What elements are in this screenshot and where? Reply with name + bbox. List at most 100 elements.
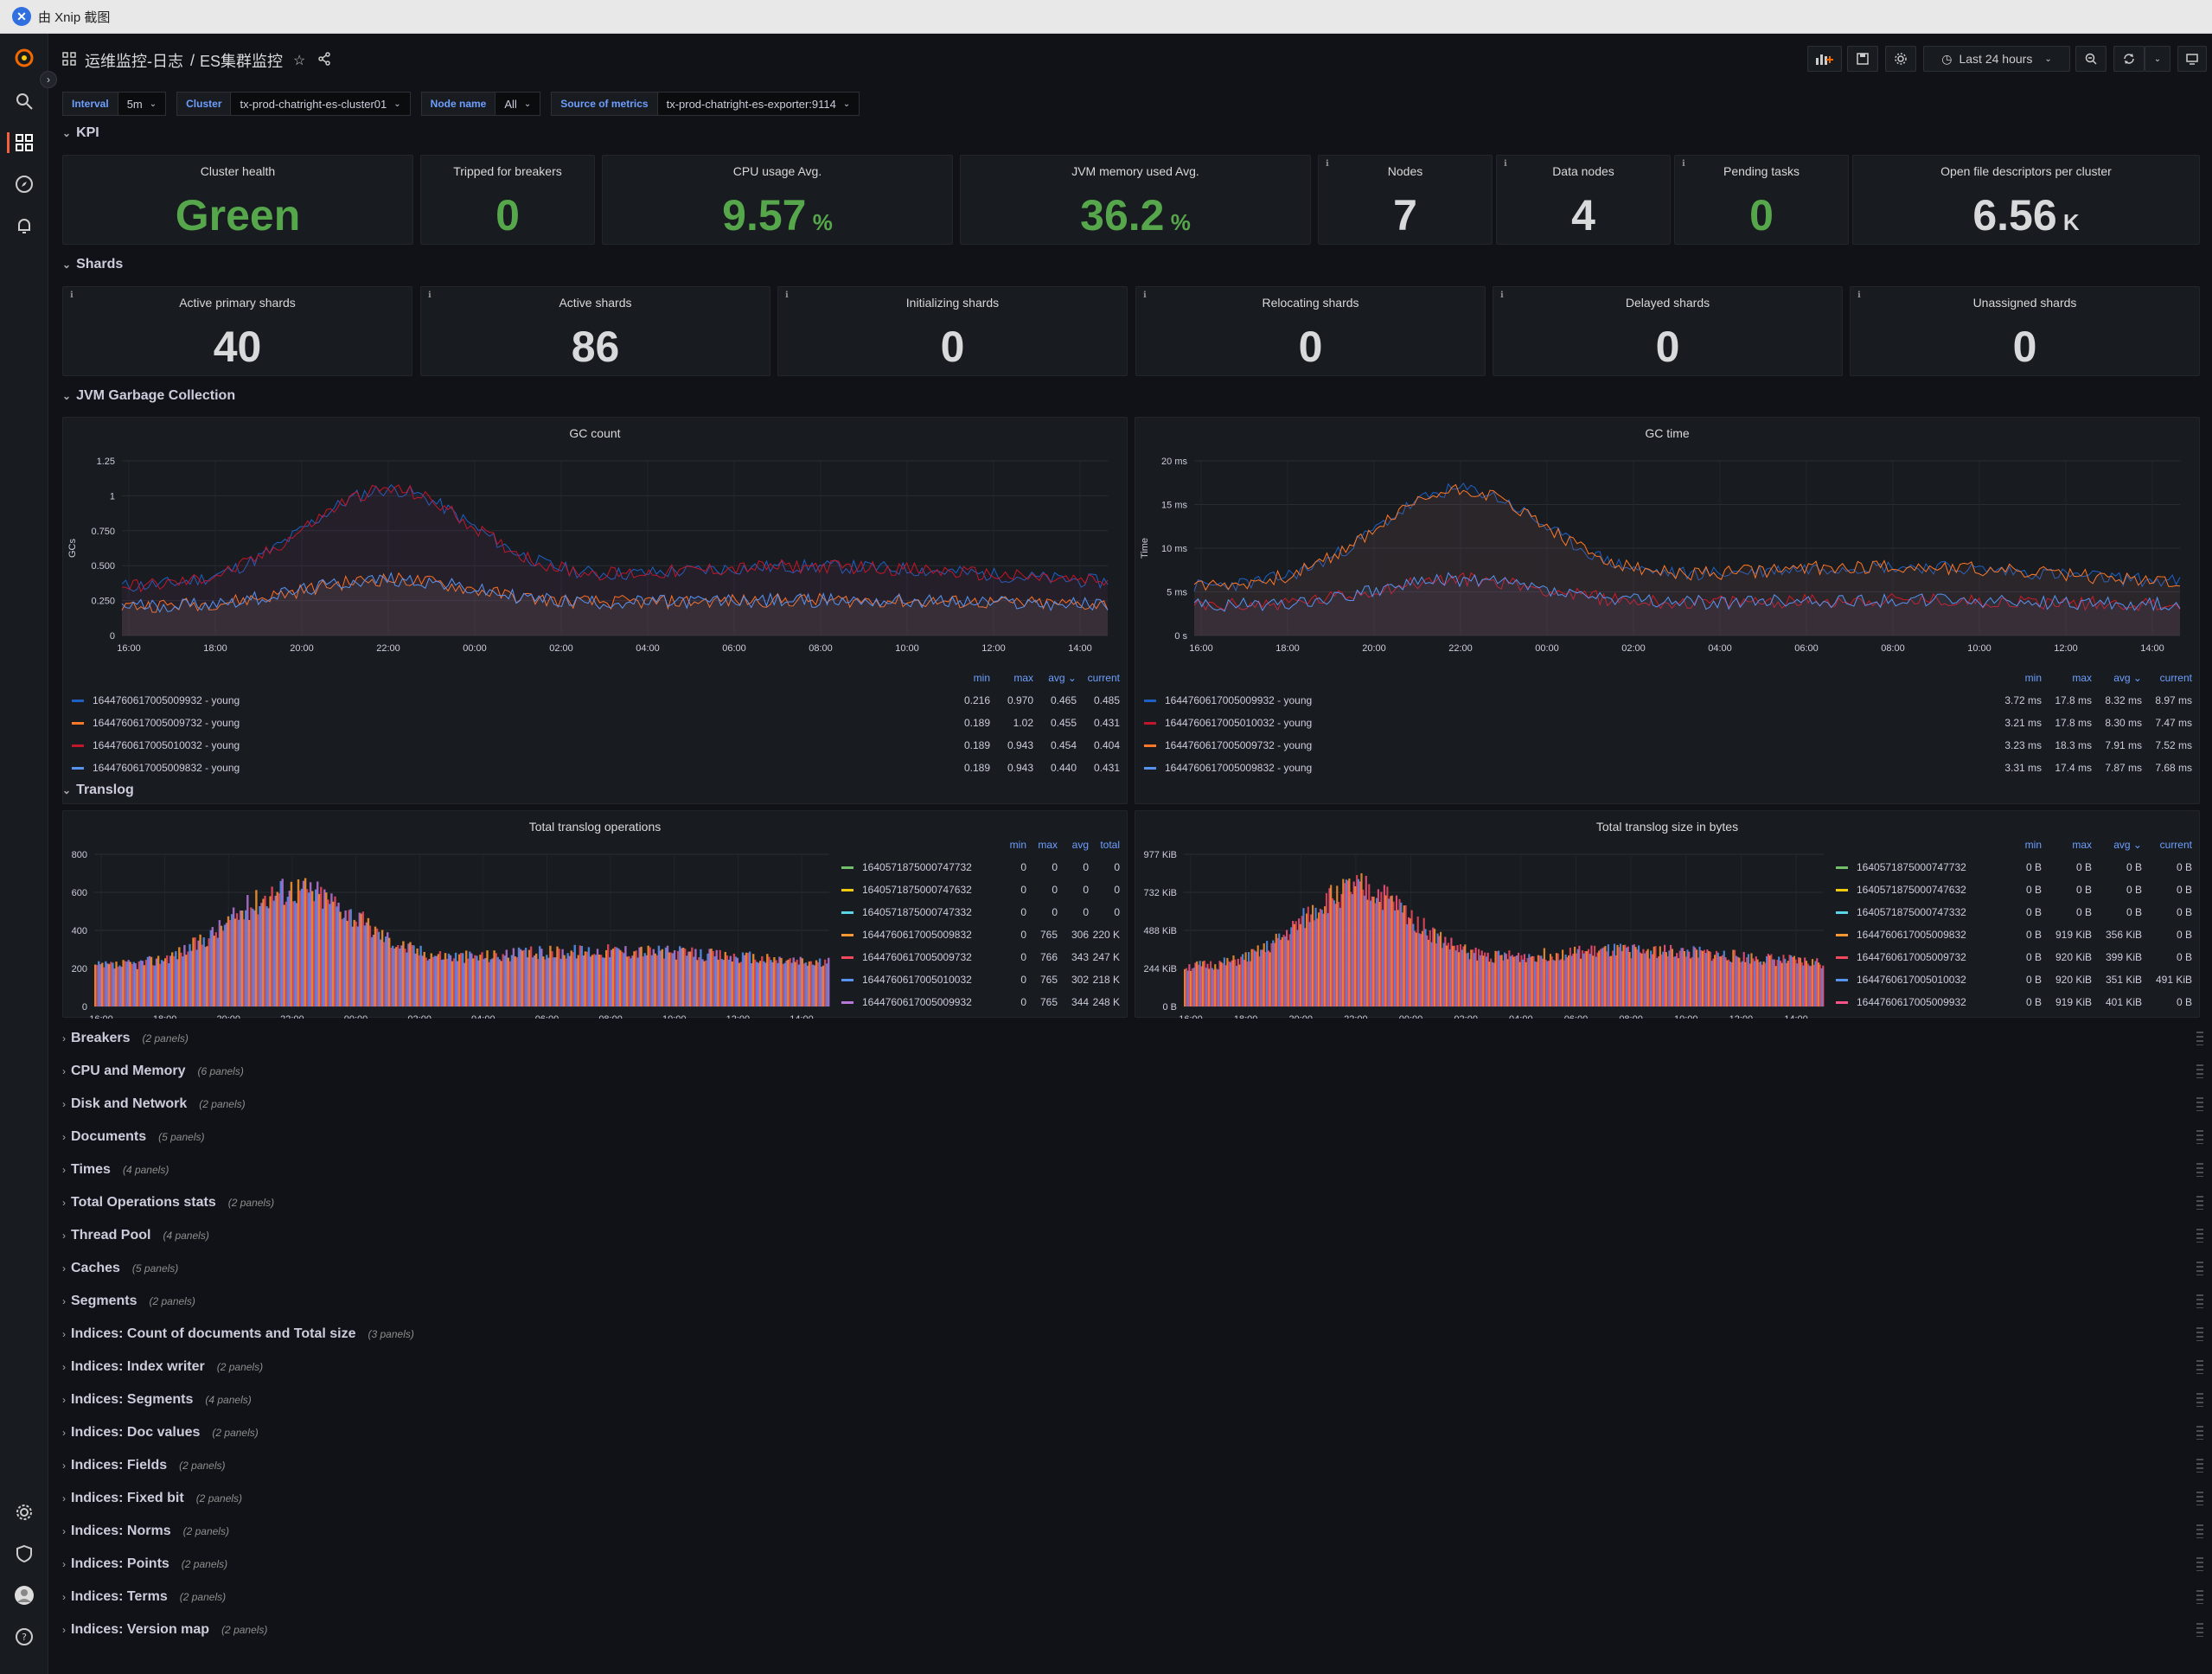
collapsed-row[interactable]: › Segments (2 panels) [62,1287,2212,1316]
panel-gc-time[interactable]: GC time Time 20 ms 15 ms 10 ms 5 ms 0 s 16:00 1… [1135,417,2200,804]
legend-row[interactable]: 1644760617005009932 0 B 919 KiB 401 KiB 0 B [1836,991,2192,1013]
legend-row[interactable]: 1640571875000747332 0 0 0 0 [841,901,1120,923]
shard-panel[interactable]: ℹ Initializing shards 0 [777,286,1128,376]
dashboard-title[interactable]: ES集群监控 [200,49,283,72]
legend-column-header[interactable]: min [947,672,990,684]
drag-handle-icon[interactable] [2196,1426,2203,1440]
panel-gc-count[interactable]: GC count GCs 1.25 1 0.750 0.500 0.250 0 16:00 18… [62,417,1128,804]
collapsed-row[interactable]: › Indices: Doc values (2 panels) [62,1418,2212,1447]
time-range-picker[interactable]: ◷ Last 24 hours ⌄ [1923,46,2070,72]
collapsed-row[interactable]: › Times (4 panels) [62,1155,2212,1185]
collapsed-row[interactable]: › Indices: Count of documents and Total s… [62,1319,2212,1349]
add-panel-button[interactable] [1807,46,1842,72]
drag-handle-icon[interactable] [2196,1360,2203,1374]
collapsed-row[interactable]: › Indices: Terms (2 panels) [62,1582,2212,1612]
shard-panel[interactable]: ℹ Unassigned shards 0 [1850,286,2200,376]
collapsed-row[interactable]: › Indices: Norms (2 panels) [62,1517,2212,1546]
legend-column-header[interactable]: avg ⌄ [2092,672,2142,684]
legend-column-header[interactable]: min [1991,839,2042,851]
legend-column-header[interactable]: avg [1058,839,1089,851]
legend-row[interactable]: 1644760617005009932 0 765 344 248 K [841,991,1120,1013]
kpi-panel[interactable]: Tripped for breakers 0 [420,155,595,245]
shield-icon[interactable] [14,1543,35,1564]
shard-panel[interactable]: ℹ Active primary shards 40 [62,286,412,376]
legend-row[interactable]: 1640571875000747332 0 B 0 B 0 B 0 B [1836,901,2192,923]
collapsed-row[interactable]: › Indices: Version map (2 panels) [62,1615,2212,1645]
refresh-interval-chevron-icon[interactable]: ⌄ [2145,46,2170,72]
dashboard-settings-gear-icon[interactable] [1885,46,1916,72]
explore-icon[interactable] [14,174,35,195]
legend-row[interactable]: 1644760617005009832 0 B 919 KiB 356 KiB 0 B [1836,923,2192,946]
legend-row[interactable]: 1640571875000747732 0 B 0 B 0 B 0 B [1836,856,2192,879]
legend-row[interactable]: 1644760617005009832 0 765 306 220 K [841,923,1120,946]
collapsed-row[interactable]: › Breakers (2 panels) [62,1024,2212,1053]
collapsed-row[interactable]: › Caches (5 panels) [62,1254,2212,1283]
star-icon[interactable]: ☆ [293,52,305,69]
row-kpi[interactable]: ⌄ KPI [62,125,99,141]
legend-row[interactable]: 1644760617005009732 - young 3.23 ms 18.3 m… [1144,734,2192,757]
legend-column-header[interactable]: current [2142,839,2192,851]
shard-panel[interactable]: ℹ Active shards 86 [420,286,770,376]
row-translog[interactable]: ⌄ Translog [62,783,134,798]
drag-handle-icon[interactable] [2196,1032,2203,1045]
legend-row[interactable]: 1644760617005009732 0 766 343 247 K [841,946,1120,968]
legend-row[interactable]: 1640571875000747632 0 B 0 B 0 B 0 B [1836,879,2192,901]
search-icon[interactable] [14,91,35,112]
kpi-panel[interactable]: ℹ Pending tasks 0 [1674,155,1849,245]
collapsed-row[interactable]: › Indices: Segments (4 panels) [62,1385,2212,1415]
grafana-logo-icon[interactable] [14,48,35,68]
panel-translog-ops[interactable]: Total translog operations 80060040020001… [62,810,1128,1019]
legend-column-header[interactable]: avg ⌄ [1033,672,1077,684]
legend-row[interactable]: 1644760617005010032 0 B 920 KiB 351 KiB 491 … [1836,968,2192,991]
drag-handle-icon[interactable] [2196,1262,2203,1275]
kpi-panel[interactable]: ℹ Data nodes 4 [1496,155,1671,245]
legend-column-header[interactable]: current [2142,672,2192,684]
variable-cluster-select[interactable]: tx-prod-chatright-es-cluster01 ⌄ [231,92,411,116]
breadcrumb-folder[interactable]: 运维监控-日志 [85,49,183,72]
variable-interval-select[interactable]: 5m ⌄ [118,92,167,116]
alerting-bell-icon[interactable] [14,215,35,236]
collapsed-row[interactable]: › Documents (5 panels) [62,1122,2212,1152]
drag-handle-icon[interactable] [2196,1524,2203,1538]
row-jvm-gc[interactable]: ⌄ JVM Garbage Collection [62,388,235,404]
row-shards[interactable]: ⌄ Shards [62,257,123,272]
drag-handle-icon[interactable] [2196,1492,2203,1505]
drag-handle-icon[interactable] [2196,1557,2203,1571]
drag-handle-icon[interactable] [2196,1097,2203,1111]
legend-row[interactable]: 1644760617005009832 - young 3.31 ms 17.4 m… [1144,757,2192,779]
drag-handle-icon[interactable] [2196,1459,2203,1473]
collapsed-row[interactable]: › Thread Pool (4 panels) [62,1221,2212,1250]
legend-row[interactable]: 1640571875000747732 0 0 0 0 [841,856,1120,879]
refresh-icon[interactable] [2113,46,2145,72]
shard-panel[interactable]: ℹ Delayed shards 0 [1493,286,1843,376]
legend-row[interactable]: 1640571875000747632 0 0 0 0 [841,879,1120,901]
panel-translog-size[interactable]: Total translog size in bytes 977 KiB 732 … [1135,810,2200,1019]
legend-column-header[interactable]: min [1991,672,2042,684]
legend-column-header[interactable]: current [1077,672,1120,684]
legend-row[interactable]: 1644760617005009932 - young 3.72 ms 17.8 m… [1144,689,2192,712]
legend-row[interactable]: 1644760617005010032 - young 3.21 ms 17.8 m… [1144,712,2192,734]
help-icon[interactable]: ? [14,1626,35,1647]
legend-row[interactable]: 1644760617005010032 - young 0.189 0.943 0.4… [72,734,1120,757]
shard-panel[interactable]: ℹ Relocating shards 0 [1135,286,1486,376]
legend-column-header[interactable]: max [2042,839,2092,851]
legend-row[interactable]: 1644760617005009832 - young 0.189 0.943 0.4… [72,757,1120,779]
legend-row[interactable]: 1644760617005009732 0 B 920 KiB 399 KiB 0 B [1836,946,2192,968]
legend-column-header[interactable]: total [1089,839,1120,851]
share-icon[interactable] [317,51,331,70]
legend-column-header[interactable]: max [1026,839,1058,851]
user-avatar[interactable] [14,1585,35,1606]
drag-handle-icon[interactable] [2196,1196,2203,1210]
dashboards-icon[interactable] [14,132,35,153]
collapsed-row[interactable]: › Indices: Index writer (2 panels) [62,1352,2212,1382]
zoom-out-icon[interactable] [2075,46,2107,72]
drag-handle-icon[interactable] [2196,1294,2203,1308]
collapsed-row[interactable]: › Indices: Fields (2 panels) [62,1451,2212,1480]
kpi-panel[interactable]: Open file descriptors per cluster 6.56 K [1852,155,2200,245]
drag-handle-icon[interactable] [2196,1229,2203,1243]
drag-handle-icon[interactable] [2196,1130,2203,1144]
collapsed-row[interactable]: › Indices: Fixed bit (2 panels) [62,1484,2212,1513]
legend-column-header[interactable]: avg ⌄ [2092,839,2142,851]
settings-gear-icon[interactable] [14,1502,35,1523]
collapsed-row[interactable]: › Disk and Network (2 panels) [62,1089,2212,1119]
